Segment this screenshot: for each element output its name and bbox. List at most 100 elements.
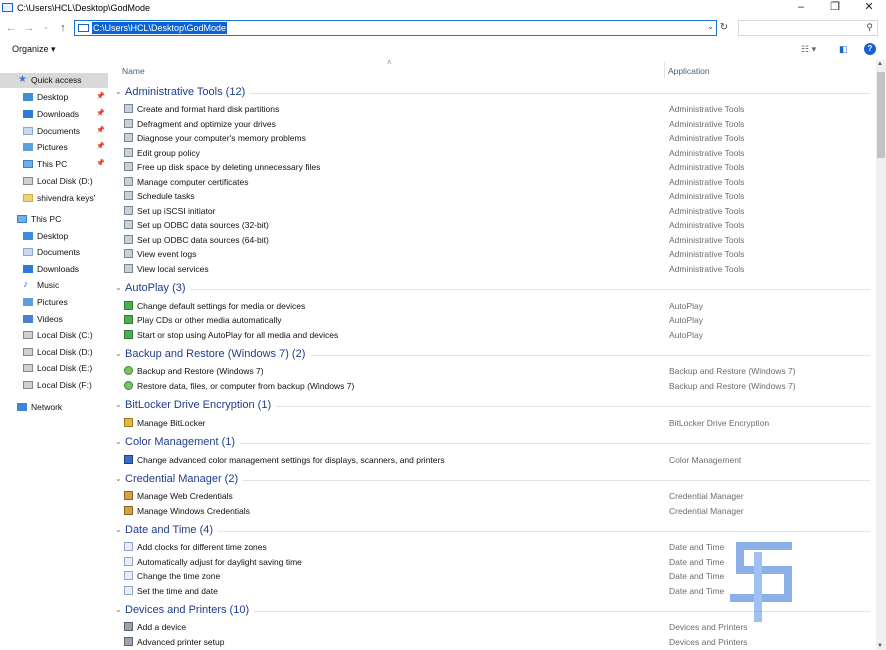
group-backup-and-restore[interactable]: ⌄ Backup and Restore (Windows 7) (2) [110, 346, 870, 362]
back-button[interactable]: ← [4, 20, 18, 36]
sidebar-item-desktop-pc[interactable]: Desktop [0, 229, 108, 244]
address-dropdown-icon[interactable]: ⌄ [707, 22, 714, 31]
item-application: Administrative Tools [669, 191, 745, 201]
list-item[interactable]: Set up iSCSI initiator Administrative Too… [110, 204, 870, 218]
sidebar-item-this-pc[interactable]: This PC [0, 212, 108, 227]
address-path[interactable]: C:\Users\HCL\Desktop\GodMode [92, 22, 228, 34]
item-application: Backup and Restore (Windows 7) [669, 381, 796, 391]
item-application: AutoPlay [669, 330, 704, 340]
scroll-up-icon[interactable]: ▲ [877, 61, 883, 67]
list-item[interactable]: View event logs Administrative Tools [110, 247, 870, 261]
maximize-button[interactable]: ❐ [818, 0, 852, 16]
sidebar-item-desktop[interactable]: Desktop 📌 [0, 90, 108, 105]
sidebar-item-documents-pc[interactable]: Documents [0, 245, 108, 260]
address-bar[interactable]: C:\Users\HCL\Desktop\GodMode ⌄ [74, 20, 717, 36]
chevron-down-icon[interactable]: ⌄ [115, 525, 122, 534]
sidebar-item-label: Network [31, 402, 63, 412]
sidebar-item-downloads[interactable]: Downloads 📌 [0, 107, 108, 122]
sidebar-item-videos[interactable]: Videos [0, 312, 108, 327]
chevron-down-icon[interactable]: ⌄ [115, 437, 122, 446]
sidebar-item-music[interactable]: ♪ Music [0, 278, 108, 293]
item-application: Date and Time [669, 571, 725, 581]
list-item[interactable]: Manage BitLocker BitLocker Drive Encrypti… [110, 416, 870, 430]
list-item[interactable]: Start or stop using AutoPlay for all med… [110, 328, 870, 342]
up-button[interactable]: ↑ [56, 20, 70, 36]
list-item[interactable]: Play CDs or other media automatically Aut… [110, 313, 870, 327]
list-item[interactable]: Advanced printer setup Devices and Printe… [110, 635, 870, 649]
list-item[interactable]: Manage computer certificates Administrati… [110, 175, 870, 189]
scroll-down-icon[interactable]: ▼ [877, 643, 883, 649]
chevron-down-icon[interactable]: ⌄ [115, 87, 122, 96]
item-name: Manage Web Credentials [137, 491, 233, 501]
group-bitlocker[interactable]: ⌄ BitLocker Drive Encryption (1) [110, 397, 870, 413]
sidebar-item-pictures-pc[interactable]: Pictures [0, 295, 108, 310]
group-title: Date and Time (4) [125, 524, 219, 536]
group-autoplay[interactable]: ⌄ AutoPlay (3) [110, 280, 870, 296]
group-color-management[interactable]: ⌄ Color Management (1) [110, 434, 870, 450]
list-item[interactable]: Set up ODBC data sources (64-bit) Adminis… [110, 233, 870, 247]
navigation-pane: ★ Quick access Desktop 📌 Downloads 📌 Doc… [0, 70, 110, 650]
list-item[interactable]: Manage Web Credentials Credential Manager [110, 489, 870, 503]
sidebar-item-local-disk-d[interactable]: Local Disk (D:) [0, 345, 108, 360]
sidebar-item-this-pc-pinned[interactable]: This PC 📌 [0, 157, 108, 172]
backup-icon [124, 366, 133, 375]
chevron-down-icon[interactable]: ⌄ [115, 474, 122, 483]
sidebar-item-shivendra-keys[interactable]: shivendra keys' [0, 191, 108, 206]
refresh-button[interactable]: ↻ [717, 20, 731, 36]
forward-button[interactable]: → [22, 20, 36, 36]
close-button[interactable]: ✕ [852, 0, 886, 16]
group-divider [125, 531, 870, 532]
item-application: Administrative Tools [669, 119, 745, 129]
scrollbar-thumb[interactable] [877, 72, 885, 158]
chevron-down-icon[interactable]: ⌄ [115, 349, 122, 358]
list-item[interactable]: Backup and Restore (Windows 7) Backup and… [110, 364, 870, 378]
sidebar-item-documents[interactable]: Documents 📌 [0, 124, 108, 139]
vertical-scrollbar[interactable]: ▲ ▼ [876, 60, 886, 650]
sidebar-item-local-disk-d-quick[interactable]: Local Disk (D:) [0, 174, 108, 189]
list-item[interactable]: Manage Windows Credentials Credential Man… [110, 504, 870, 518]
minimize-button[interactable]: – [784, 0, 818, 16]
column-name[interactable]: Name [122, 66, 145, 76]
sidebar-item-network[interactable]: Network [0, 400, 108, 415]
list-item[interactable]: Free up disk space by deleting unnecessa… [110, 160, 870, 174]
sidebar-item-quick-access[interactable]: ★ Quick access [0, 73, 108, 88]
admin-tools-icon [124, 104, 133, 113]
preview-pane-icon[interactable]: ◧ [839, 44, 848, 55]
chevron-down-icon[interactable]: ⌄ [115, 605, 122, 614]
chevron-down-icon[interactable]: ⌄ [115, 400, 122, 409]
column-application[interactable]: Application [668, 66, 710, 76]
list-item[interactable]: Schedule tasks Administrative Tools [110, 189, 870, 203]
list-item[interactable]: View local services Administrative Tools [110, 262, 870, 276]
group-date-and-time[interactable]: ⌄ Date and Time (4) [110, 522, 870, 538]
list-item[interactable]: Defragment and optimize your drives Admin… [110, 117, 870, 131]
group-credential-manager[interactable]: ⌄ Credential Manager (2) [110, 471, 870, 487]
column-divider[interactable] [664, 62, 665, 78]
sidebar-item-local-disk-f[interactable]: Local Disk (F:) [0, 378, 108, 393]
chevron-down-icon[interactable]: ⌄ [115, 283, 122, 292]
item-application: Devices and Printers [669, 637, 748, 647]
sidebar-item-label: This PC [37, 159, 68, 169]
list-item[interactable]: Change default settings for media or dev… [110, 299, 870, 313]
recent-locations-button[interactable]: ⌄ [39, 20, 53, 36]
item-application: Administrative Tools [669, 264, 745, 274]
list-item[interactable]: Edit group policy Administrative Tools [110, 146, 870, 160]
sort-ascending-icon: ˄ [387, 58, 392, 67]
command-bar: Organize ▾ ☷ ▾ ◧ ? [0, 40, 886, 60]
view-options-icon[interactable]: ☷ ▾ [801, 44, 816, 55]
list-item[interactable]: Create and format hard disk partitions Ad… [110, 102, 870, 116]
sidebar-item-local-disk-c[interactable]: Local Disk (C:) [0, 328, 108, 343]
organize-button[interactable]: Organize ▾ [12, 44, 56, 55]
item-name: Manage BitLocker [137, 418, 206, 428]
group-administrative-tools[interactable]: ⌄ Administrative Tools (12) [110, 84, 870, 100]
list-item[interactable]: Diagnose your computer's memory problems… [110, 131, 870, 145]
disk-icon [23, 348, 33, 356]
search-input[interactable]: ⚲ [738, 20, 878, 36]
list-item[interactable]: Change advanced color management setting… [110, 453, 870, 467]
help-icon[interactable]: ? [864, 43, 876, 55]
sidebar-item-local-disk-e[interactable]: Local Disk (E:) [0, 361, 108, 376]
list-item[interactable]: Restore data, files, or computer from ba… [110, 379, 870, 393]
list-item[interactable]: Set up ODBC data sources (32-bit) Adminis… [110, 218, 870, 232]
sidebar-item-downloads-pc[interactable]: Downloads [0, 262, 108, 277]
item-application: Administrative Tools [669, 220, 745, 230]
sidebar-item-pictures[interactable]: Pictures 📌 [0, 140, 108, 155]
